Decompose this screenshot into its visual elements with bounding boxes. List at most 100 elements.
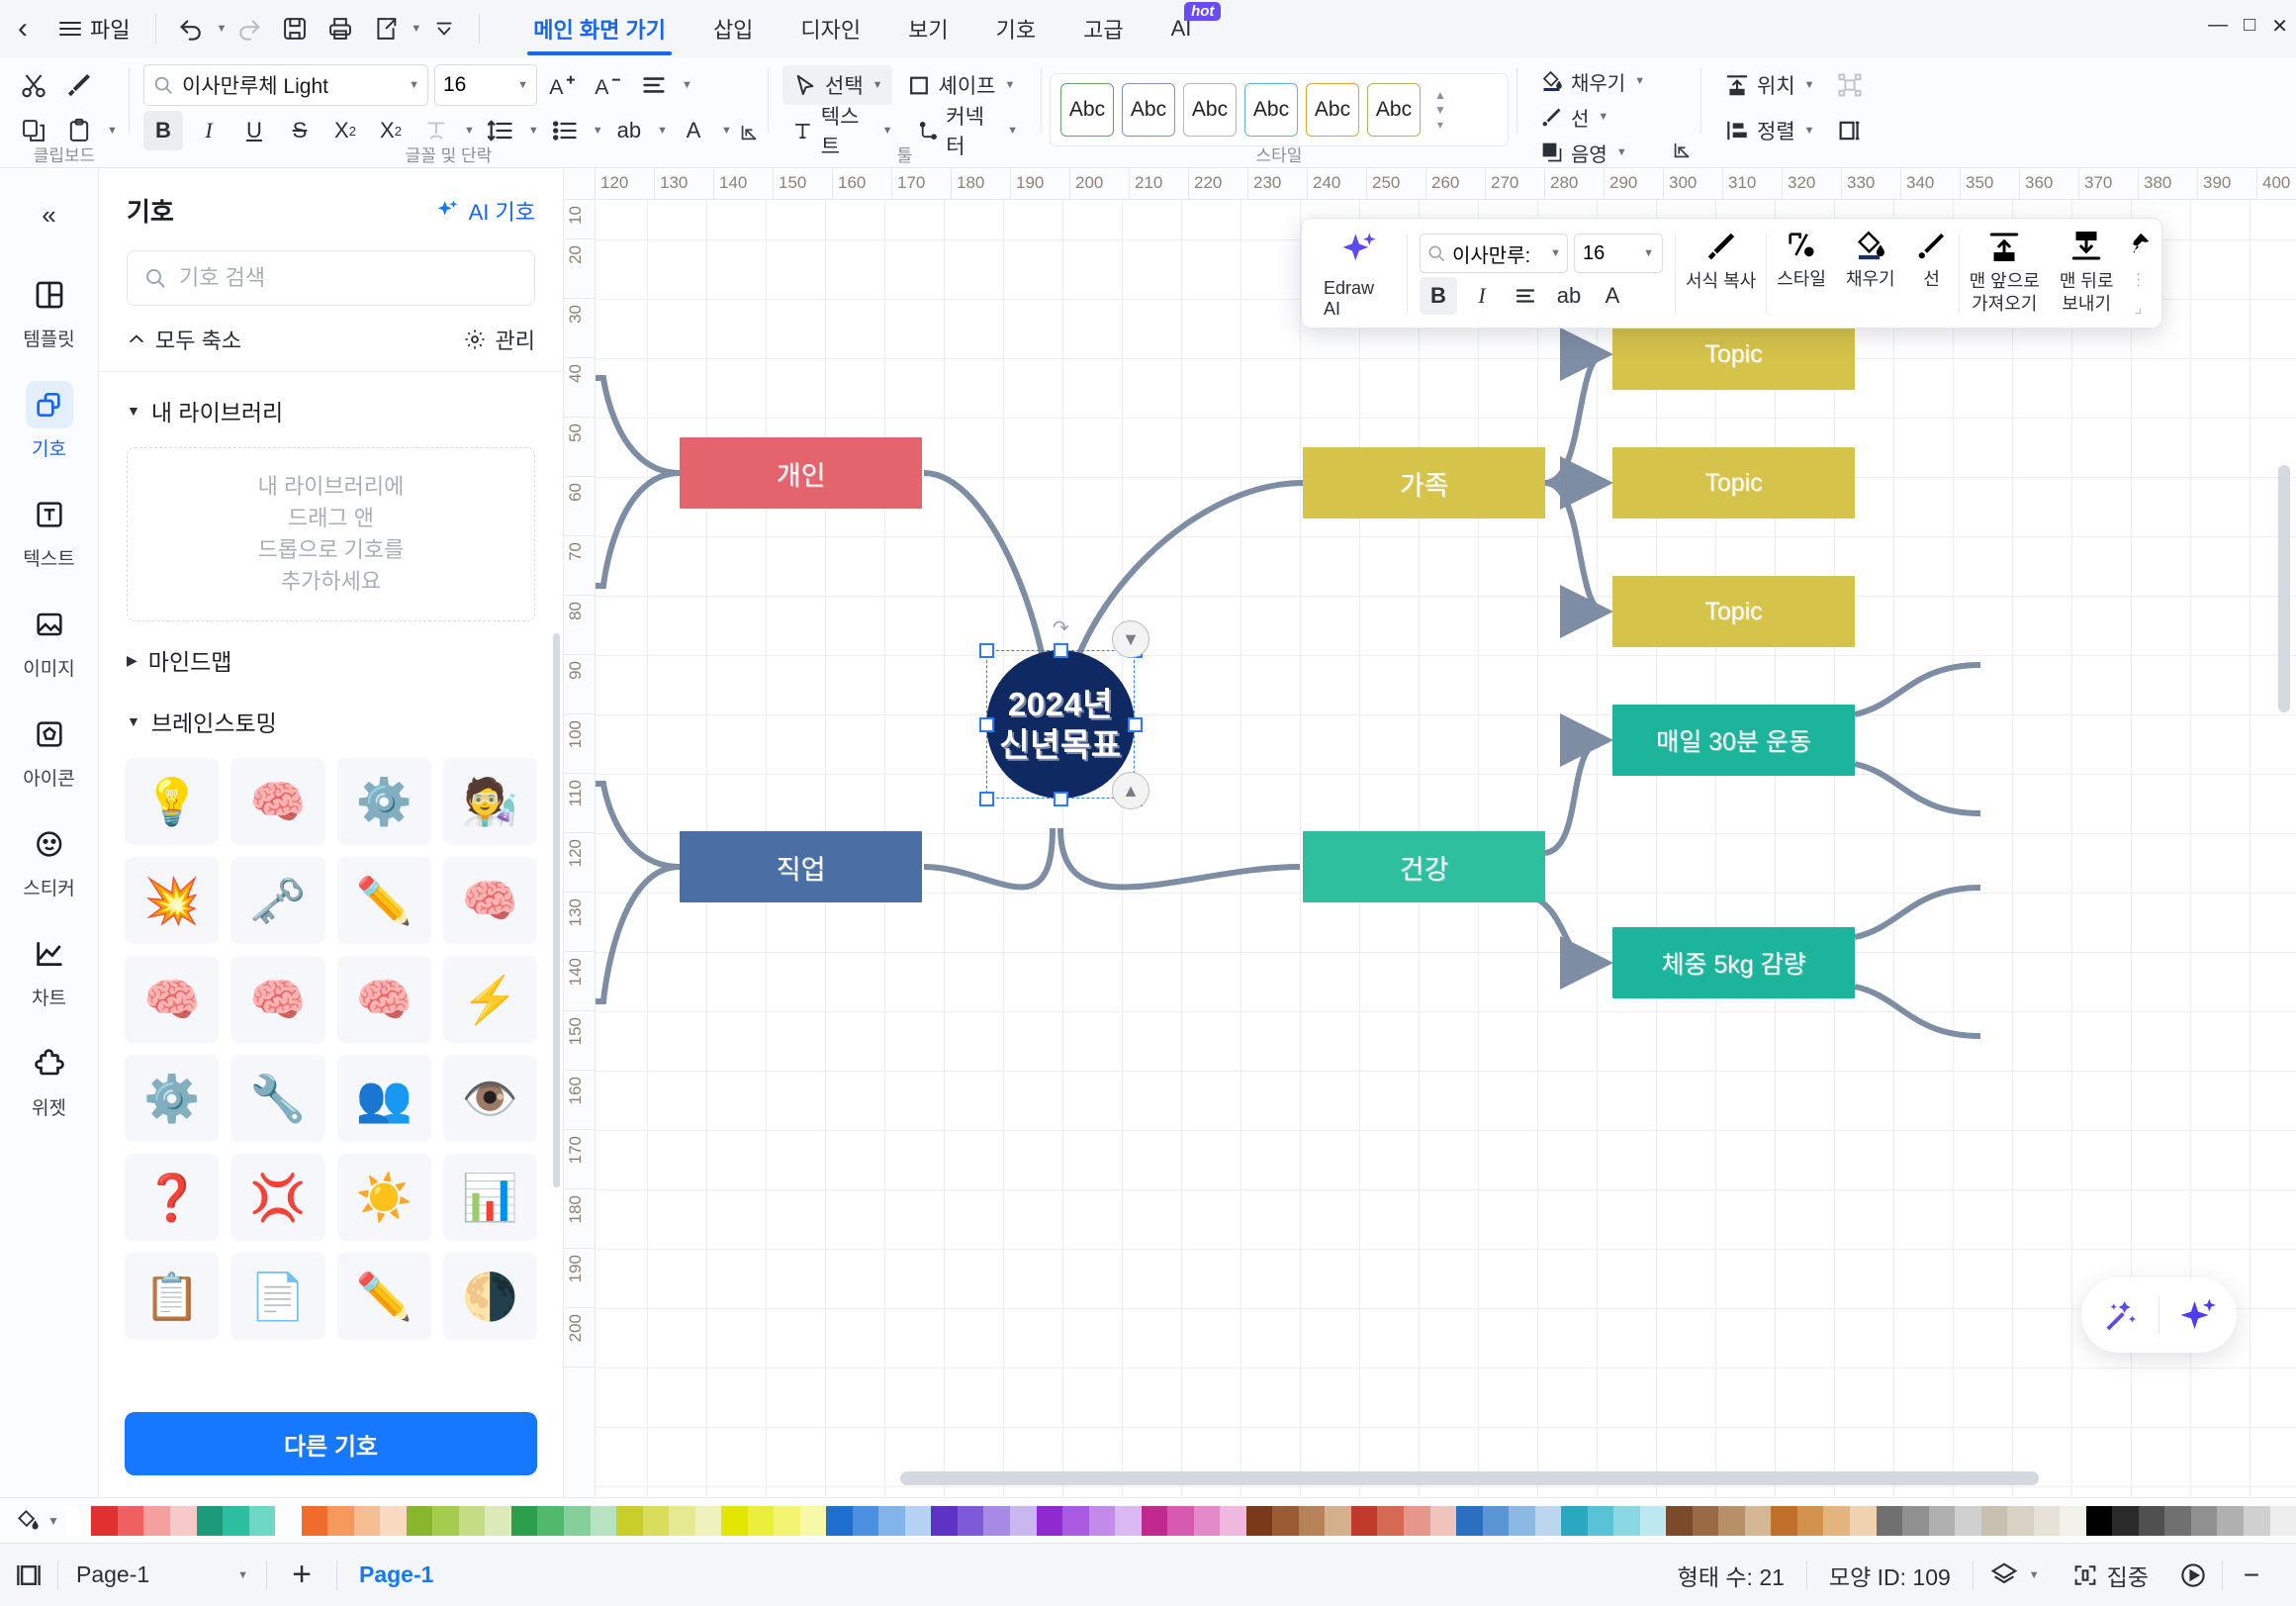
color-swatch-13[interactable] bbox=[406, 1505, 433, 1536]
paste-dropdown-caret[interactable]: ▼ bbox=[107, 125, 118, 137]
more-symbols-button[interactable]: 다른 기호 bbox=[125, 1412, 537, 1475]
color-swatch-72[interactable] bbox=[1955, 1505, 1981, 1536]
add-page-button[interactable]: + bbox=[267, 1556, 336, 1594]
color-swatch-29[interactable] bbox=[826, 1505, 853, 1536]
ai-magic-wand-button[interactable] bbox=[2081, 1295, 2158, 1335]
color-swatch-37[interactable] bbox=[1036, 1505, 1063, 1536]
mindmap-node-topic-2[interactable]: Topic bbox=[1612, 447, 1855, 519]
tab-ai[interactable]: AI hot bbox=[1148, 0, 1222, 57]
symbol-cell[interactable]: 📄 bbox=[230, 1253, 325, 1340]
color-swatch-74[interactable] bbox=[2007, 1505, 2034, 1536]
floatbar-style-button[interactable]: 스타일 bbox=[1767, 229, 1836, 320]
symbol-cell[interactable]: 👥 bbox=[336, 1055, 431, 1142]
color-swatch-47[interactable] bbox=[1298, 1505, 1326, 1536]
symbol-cell[interactable]: 🧠 bbox=[125, 956, 220, 1043]
color-swatch-78[interactable] bbox=[2112, 1505, 2139, 1536]
pin-icon[interactable] bbox=[2126, 231, 2152, 261]
color-swatch-21[interactable] bbox=[616, 1505, 643, 1536]
section-brainstorming[interactable]: ▼ 브레인스토밍 bbox=[99, 683, 563, 744]
color-swatch-66[interactable] bbox=[1796, 1505, 1824, 1536]
floatbar-send-back-button[interactable]: 맨 뒤로 보내기 bbox=[2050, 229, 2124, 320]
color-swatch-7[interactable] bbox=[248, 1505, 276, 1536]
mindmap-node-topic-3[interactable]: Topic bbox=[1612, 576, 1855, 647]
font-name-input[interactable]: 이사만루체 Light ▼ bbox=[143, 64, 428, 106]
color-swatch-30[interactable] bbox=[852, 1505, 879, 1536]
sidebar-item-widget[interactable]: 위젯 bbox=[8, 1030, 91, 1128]
color-swatch-20[interactable] bbox=[590, 1505, 617, 1536]
symbol-cell[interactable]: ✏️ bbox=[336, 1253, 431, 1340]
symbol-cell[interactable]: 🧑‍🔬 bbox=[442, 758, 537, 845]
symbol-search-box[interactable] bbox=[127, 250, 535, 306]
text-align-icon[interactable] bbox=[634, 65, 674, 105]
color-swatch-82[interactable] bbox=[2217, 1505, 2244, 1536]
edraw-ai-button[interactable]: Edraw AI bbox=[1312, 229, 1407, 320]
align-objects-button[interactable]: 정렬 ▼ bbox=[1715, 111, 1824, 150]
library-dropzone[interactable]: 내 라이브러리에 드래그 앤 드롭으로 기호를 추가하세요 bbox=[127, 447, 535, 621]
color-swatch-52[interactable] bbox=[1429, 1505, 1457, 1536]
color-swatch-56[interactable] bbox=[1534, 1505, 1562, 1536]
color-swatch-49[interactable] bbox=[1350, 1505, 1378, 1536]
color-swatch-12[interactable] bbox=[380, 1505, 407, 1536]
section-my-library[interactable]: ▼ 내 라이브러리 bbox=[99, 372, 563, 433]
floatbar-italic-button[interactable]: I bbox=[1463, 277, 1501, 315]
chevron-down-icon[interactable]: ▼ bbox=[237, 1569, 248, 1581]
symbol-panel-scroll[interactable]: ▼ 내 라이브러리 내 라이브러리에 드래그 앤 드롭으로 기호를 추가하세요 … bbox=[99, 372, 563, 1497]
color-swatch-73[interactable] bbox=[1980, 1505, 2008, 1536]
color-swatch-64[interactable] bbox=[1744, 1505, 1772, 1536]
symbol-cell[interactable]: 📋 bbox=[125, 1253, 220, 1340]
color-swatch-25[interactable] bbox=[721, 1505, 748, 1536]
color-swatch-0[interactable] bbox=[64, 1505, 92, 1536]
tab-advanced[interactable]: 고급 bbox=[1059, 0, 1147, 57]
style-scroll-up-icon[interactable]: ▲ bbox=[1434, 89, 1446, 101]
rotate-icon[interactable]: ↷ bbox=[1053, 615, 1069, 640]
canvas-vertical-scrollbar[interactable] bbox=[2278, 465, 2290, 712]
mindmap-node-exercise[interactable]: 매일 30분 운동 bbox=[1612, 705, 1855, 776]
bullet-list-caret[interactable]: ▼ bbox=[593, 125, 603, 137]
mindmap-node-job[interactable]: 직업 bbox=[680, 831, 922, 902]
color-swatch-22[interactable] bbox=[642, 1505, 670, 1536]
style-sample-3[interactable]: Abc bbox=[1183, 83, 1237, 137]
symbol-cell[interactable]: 💢 bbox=[230, 1154, 325, 1241]
group-objects-icon[interactable] bbox=[1830, 65, 1870, 105]
symbol-cell[interactable]: ⚙️ bbox=[125, 1055, 220, 1142]
font-size-input[interactable]: 16 ▼ bbox=[434, 64, 537, 106]
resize-handle-sw[interactable] bbox=[979, 792, 994, 806]
symbol-cell[interactable]: 🔧 bbox=[230, 1055, 325, 1142]
color-swatch-67[interactable] bbox=[1823, 1505, 1851, 1536]
color-swatch-35[interactable] bbox=[983, 1505, 1011, 1536]
resize-handle-s[interactable] bbox=[1054, 792, 1068, 806]
sidebar-item-symbol[interactable]: 기호 bbox=[8, 371, 91, 469]
format-painter-icon[interactable] bbox=[59, 65, 99, 105]
color-swatch-83[interactable] bbox=[2243, 1505, 2270, 1536]
symbol-cell[interactable]: ⚡ bbox=[442, 956, 537, 1043]
symbol-cell[interactable]: 💥 bbox=[125, 857, 220, 944]
font-color-caret[interactable]: ▼ bbox=[721, 125, 732, 137]
style-sample-1[interactable]: Abc bbox=[1060, 83, 1114, 137]
export-dropdown-caret[interactable]: ▼ bbox=[411, 23, 421, 35]
mindmap-node-personal[interactable]: 개인 bbox=[680, 437, 922, 509]
focus-mode-button[interactable]: 집중 bbox=[2056, 1559, 2164, 1592]
canvas-horizontal-scrollbar[interactable] bbox=[900, 1471, 2039, 1485]
color-swatch-62[interactable] bbox=[1692, 1505, 1719, 1536]
zoom-out-button[interactable]: − bbox=[2223, 1559, 2280, 1591]
tab-home[interactable]: 메인 화면 가기 bbox=[509, 0, 689, 57]
page-selector[interactable]: Page-1 ▼ bbox=[58, 1561, 266, 1588]
color-swatch-42[interactable] bbox=[1167, 1505, 1194, 1536]
sidebar-item-chart[interactable]: 차트 bbox=[8, 920, 91, 1018]
color-swatch-39[interactable] bbox=[1088, 1505, 1116, 1536]
color-swatch-70[interactable] bbox=[1902, 1505, 1929, 1536]
fill-dialog-launcher[interactable] bbox=[1669, 138, 1695, 163]
color-swatch-43[interactable] bbox=[1193, 1505, 1221, 1536]
resize-handle-nw[interactable] bbox=[979, 643, 994, 658]
color-swatch-1[interactable] bbox=[91, 1505, 118, 1536]
expand-down-button[interactable]: ▼ bbox=[1112, 620, 1149, 658]
sidebar-item-image[interactable]: 이미지 bbox=[8, 591, 91, 689]
color-swatch-17[interactable] bbox=[510, 1505, 538, 1536]
color-swatch-33[interactable] bbox=[931, 1505, 958, 1536]
file-menu-button[interactable]: 파일 bbox=[46, 13, 143, 45]
color-swatch-84[interactable] bbox=[2269, 1505, 2296, 1536]
style-sample-5[interactable]: Abc bbox=[1306, 83, 1359, 137]
ai-sparkle-button[interactable] bbox=[2159, 1294, 2237, 1336]
chevron-down-icon[interactable]: ▼ bbox=[872, 79, 883, 91]
color-swatch-60[interactable] bbox=[1639, 1505, 1667, 1536]
